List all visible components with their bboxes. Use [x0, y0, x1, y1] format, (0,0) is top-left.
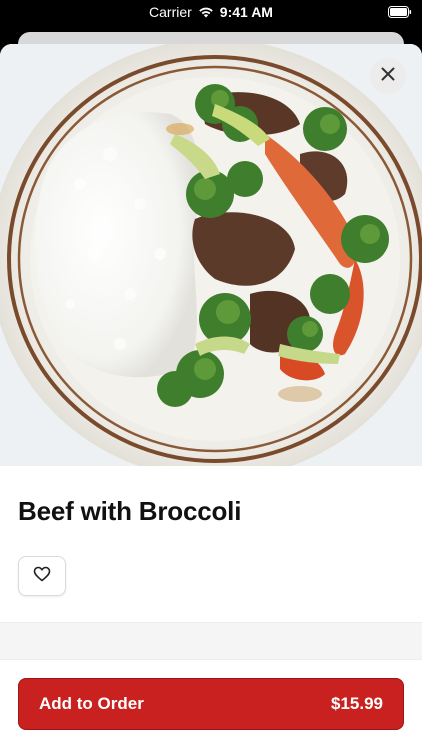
section-divider	[0, 622, 422, 660]
status-center: Carrier 9:41 AM	[0, 4, 422, 20]
add-to-order-label: Add to Order	[39, 694, 144, 713]
wifi-icon	[198, 6, 214, 18]
item-detail-sheet: Beef with Broccoli Add to Order $15.99	[0, 44, 422, 750]
favorite-button[interactable]	[18, 556, 66, 596]
app-screen: Carrier 9:41 AM Beef with Broccoli Add t…	[0, 0, 422, 750]
close-button[interactable]	[370, 58, 406, 94]
carrier-label: Carrier	[149, 4, 192, 20]
battery-icon	[388, 5, 412, 18]
close-icon	[380, 66, 396, 87]
add-to-order-button[interactable]: Add to Order $15.99	[18, 678, 404, 730]
beef-broccoli-plate-image	[0, 44, 422, 466]
heart-icon	[33, 566, 51, 587]
status-bar: Carrier 9:41 AM	[0, 0, 422, 24]
item-title: Beef with Broccoli	[18, 496, 242, 526]
price-label: $15.99	[331, 694, 383, 713]
status-time: 9:41 AM	[219, 4, 273, 20]
